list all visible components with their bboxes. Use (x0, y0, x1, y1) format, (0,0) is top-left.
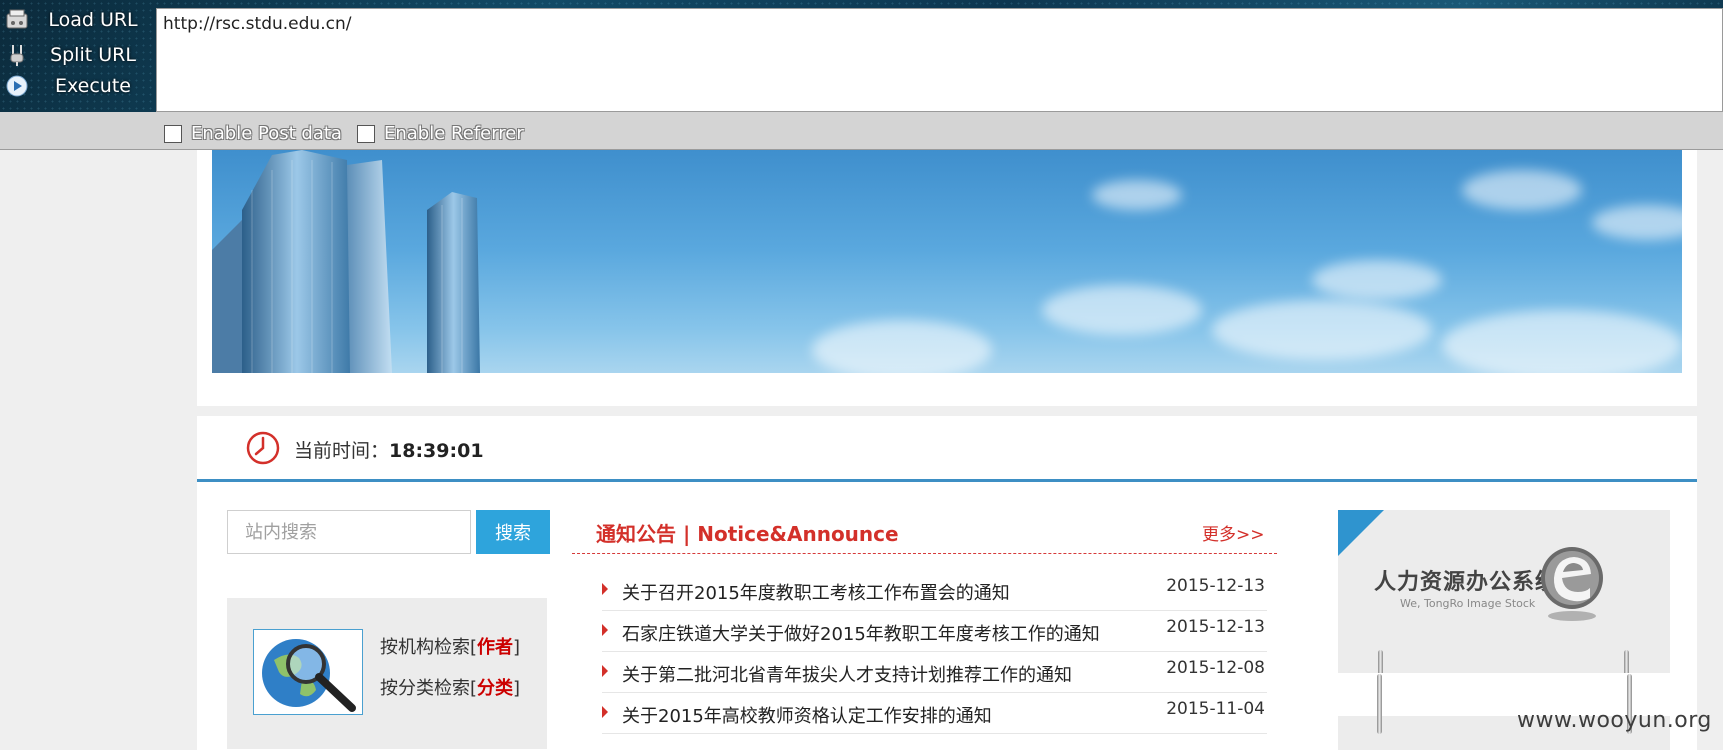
current-time: 当前时间：18:39:01 (294, 436, 484, 463)
hackbar-options-bar: Enable Post data Enable Referrer (0, 112, 1723, 150)
lookup-by-category-prefix: 按分类检索[ (380, 678, 478, 699)
load-url-icon (4, 7, 30, 33)
bullet-triangle-icon (602, 583, 608, 595)
execute-icon (4, 73, 30, 99)
hr-office-system-link[interactable]: 人力资源办公系统 We, TongRo Image Stock (1338, 510, 1670, 673)
notice-item-date: 2015-12-13 (1166, 617, 1265, 637)
enable-post-data-checkbox[interactable] (164, 124, 182, 143)
lookup-panel: 按机构检索[作者] 按分类检索[分类] (227, 598, 547, 749)
section-gap (0, 406, 1723, 416)
notice-item[interactable]: 石家庄铁道大学关于做好2015年教职工年度考核工作的通知 2015-12-13 (602, 611, 1267, 652)
enable-referrer-option[interactable]: Enable Referrer (357, 123, 524, 144)
bullet-triangle-icon (602, 665, 608, 677)
hanger-rope-right (1624, 650, 1629, 673)
execute-label: Execute (55, 75, 131, 97)
lookup-by-author-link[interactable]: 按机构检索[作者] (380, 633, 520, 659)
header-banner (212, 150, 1682, 373)
notice-more-link[interactable]: 更多>> (1202, 520, 1265, 545)
notice-header: 通知公告 | Notice&Announce 更多>> (572, 510, 1277, 554)
load-url-button[interactable]: Load URL (0, 3, 156, 37)
enable-referrer-checkbox[interactable] (357, 124, 375, 143)
globe-magnifier-icon (253, 629, 363, 715)
notice-item-date: 2015-12-13 (1166, 576, 1265, 596)
time-bar: 当前时间：18:39:01 (197, 416, 1697, 482)
e-logo-icon (1541, 547, 1603, 621)
enable-referrer-label: Enable Referrer (384, 123, 524, 144)
search-button[interactable]: 搜索 (476, 510, 550, 554)
bullet-triangle-icon (602, 624, 608, 636)
lookup-category-keyword: 分类 (477, 678, 514, 699)
enable-post-data-option[interactable]: Enable Post data (164, 123, 342, 144)
notice-item-title[interactable]: 关于第二批河北省青年拔尖人才支持计划推荐工作的通知 (622, 661, 1072, 687)
split-url-icon (4, 42, 30, 68)
watermark-text: www.wooyun.org (1517, 708, 1712, 733)
bullet-triangle-icon (602, 706, 608, 718)
url-textarea[interactable] (156, 8, 1723, 112)
split-url-label: Split URL (50, 44, 136, 66)
lookup-by-author-suffix: ] (513, 637, 521, 658)
notice-item-title[interactable]: 关于召开2015年度教职工考核工作布置会的通知 (622, 579, 1010, 605)
notice-item[interactable]: 关于第二批河北省青年拔尖人才支持计划推荐工作的通知 2015-12-08 (602, 652, 1267, 693)
current-time-value: 18:39:01 (389, 440, 484, 462)
site-search-input[interactable] (227, 510, 471, 554)
hanger-rope-left-lower (1377, 674, 1382, 734)
hr-system-title: 人力资源办公系统 (1374, 570, 1559, 595)
hr-system-subtitle: We, TongRo Image Stock (1400, 597, 1536, 610)
current-time-label: 当前时间： (294, 440, 390, 462)
lookup-by-author-prefix: 按机构检索[ (380, 637, 478, 658)
hr-corner-decoration (1338, 510, 1384, 556)
clock-icon (246, 431, 280, 465)
lookup-by-category-suffix: ] (513, 678, 521, 699)
notice-title: 通知公告 | Notice&Announce (596, 522, 899, 546)
notice-item-date: 2015-12-08 (1166, 658, 1265, 678)
notice-item[interactable]: 关于召开2015年度教职工考核工作布置会的通知 2015-12-13 (602, 570, 1267, 611)
notice-item-title[interactable]: 关于2015年高校教师资格认定工作安排的通知 (622, 702, 992, 728)
hanger-rope-left (1378, 650, 1383, 673)
load-url-label: Load URL (48, 9, 138, 31)
skyscraper-image (212, 150, 480, 373)
notice-item[interactable]: 关于2015年高校教师资格认定工作安排的通知 2015-11-04 (602, 693, 1267, 734)
split-url-button[interactable]: Split URL (0, 38, 156, 72)
lookup-by-category-link[interactable]: 按分类检索[分类] (380, 674, 520, 700)
notice-item-title[interactable]: 石家庄铁道大学关于做好2015年教职工年度考核工作的通知 (622, 620, 1100, 646)
notice-item-date: 2015-11-04 (1166, 699, 1265, 719)
execute-button[interactable]: Execute (0, 69, 156, 103)
lookup-author-keyword: 作者 (477, 637, 514, 658)
enable-post-data-label: Enable Post data (191, 123, 342, 144)
